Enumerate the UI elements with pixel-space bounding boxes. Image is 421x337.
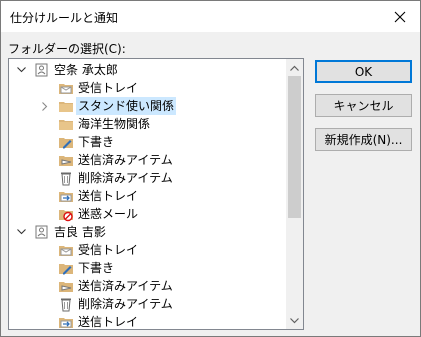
outbox-icon <box>58 314 74 329</box>
tree-item-label: 海洋生物関係 <box>78 117 151 131</box>
account-icon <box>34 224 50 240</box>
tree-item[interactable]: 下書き <box>9 133 285 151</box>
chevron-down-icon <box>16 67 26 73</box>
tree-expander[interactable] <box>15 61 27 79</box>
tree-item-label: 下書き <box>78 261 115 275</box>
cancel-button[interactable]: キャンセル <box>315 94 412 117</box>
new-folder-button[interactable]: 新規作成(N)... <box>315 128 412 151</box>
tree-item-label: 受信トレイ <box>78 81 139 95</box>
tree-item[interactable]: 受信トレイ <box>9 241 285 259</box>
tree-item[interactable]: 受信トレイ <box>9 79 285 97</box>
folder-tree-items: 空条 承太郎 受信トレイ スタンド使い関係 海洋生物関係 下書き 送信済みアイテム 削除済み… <box>9 61 285 329</box>
tree-item[interactable]: 空条 承太郎 <box>9 61 285 79</box>
tree-item-label: 迷惑メール <box>78 207 139 221</box>
close-button[interactable] <box>380 1 420 32</box>
tree-item[interactable]: 送信トレイ <box>9 187 285 205</box>
tree-item-label: 削除済みアイテム <box>78 297 173 311</box>
trash-icon <box>58 296 74 312</box>
chevron-right-icon <box>42 101 48 111</box>
inbox-icon <box>58 242 74 258</box>
outbox-icon <box>58 188 74 204</box>
trash-icon <box>58 170 74 186</box>
folder-icon <box>58 98 74 114</box>
tree-expander[interactable] <box>39 97 51 115</box>
tree-item[interactable]: 吉良 吉影 <box>9 223 285 241</box>
scroll-up-button[interactable] <box>286 59 303 76</box>
tree-item-label: スタンド使い関係 <box>76 97 177 115</box>
drafts-icon <box>58 260 74 276</box>
tree-item[interactable]: 海洋生物関係 <box>9 115 285 133</box>
tree-scrollbar[interactable] <box>286 59 303 329</box>
tree-item-label: 送信トレイ <box>78 189 139 203</box>
tree-item-label: 送信トレイ <box>78 315 139 329</box>
tree-item[interactable]: 送信済みアイテム <box>9 277 285 295</box>
ok-button[interactable]: OK <box>315 60 412 83</box>
sent-items-icon <box>58 278 74 294</box>
tree-item-label: 吉良 吉影 <box>54 225 106 239</box>
tree-item-label: 削除済みアイテム <box>78 171 173 185</box>
rules-dialog: 仕分けルールと通知 フォルダーの選択(C): 空条 承太郎 受信トレイ スタンド使い… <box>0 0 421 337</box>
title-bar: 仕分けルールと通知 <box>1 1 420 32</box>
tree-item[interactable]: 下書き <box>9 259 285 277</box>
tree-item[interactable]: 送信済みアイテム <box>9 151 285 169</box>
close-icon <box>394 11 406 22</box>
folder-tree[interactable]: 空条 承太郎 受信トレイ スタンド使い関係 海洋生物関係 下書き 送信済みアイテム 削除済み… <box>8 58 304 330</box>
tree-item-label: 空条 承太郎 <box>54 63 118 77</box>
tree-item[interactable]: スタンド使い関係 <box>9 97 285 115</box>
inbox-icon <box>58 80 74 96</box>
folder-select-label: フォルダーの選択(C): <box>8 42 126 56</box>
drafts-icon <box>58 134 74 150</box>
tree-item[interactable]: 削除済みアイテム <box>9 169 285 187</box>
chevron-down-icon <box>16 229 26 235</box>
chevron-down-icon <box>290 317 299 323</box>
folder-icon <box>58 116 74 132</box>
tree-item[interactable]: 送信トレイ <box>9 313 285 329</box>
sent-items-icon <box>58 152 74 168</box>
tree-item-label: 送信済みアイテム <box>78 279 173 293</box>
tree-item-label: 受信トレイ <box>78 243 139 257</box>
account-icon <box>34 62 50 78</box>
tree-item[interactable]: 迷惑メール <box>9 205 285 223</box>
tree-item-label: 送信済みアイテム <box>78 153 173 167</box>
junk-icon <box>58 206 74 222</box>
window-title: 仕分けルールと通知 <box>10 11 119 25</box>
scroll-thumb[interactable] <box>288 76 301 218</box>
tree-expander[interactable] <box>15 223 27 241</box>
tree-item-label: 下書き <box>78 135 115 149</box>
scroll-down-button[interactable] <box>286 312 303 329</box>
chevron-up-icon <box>290 65 299 71</box>
tree-item[interactable]: 削除済みアイテム <box>9 295 285 313</box>
